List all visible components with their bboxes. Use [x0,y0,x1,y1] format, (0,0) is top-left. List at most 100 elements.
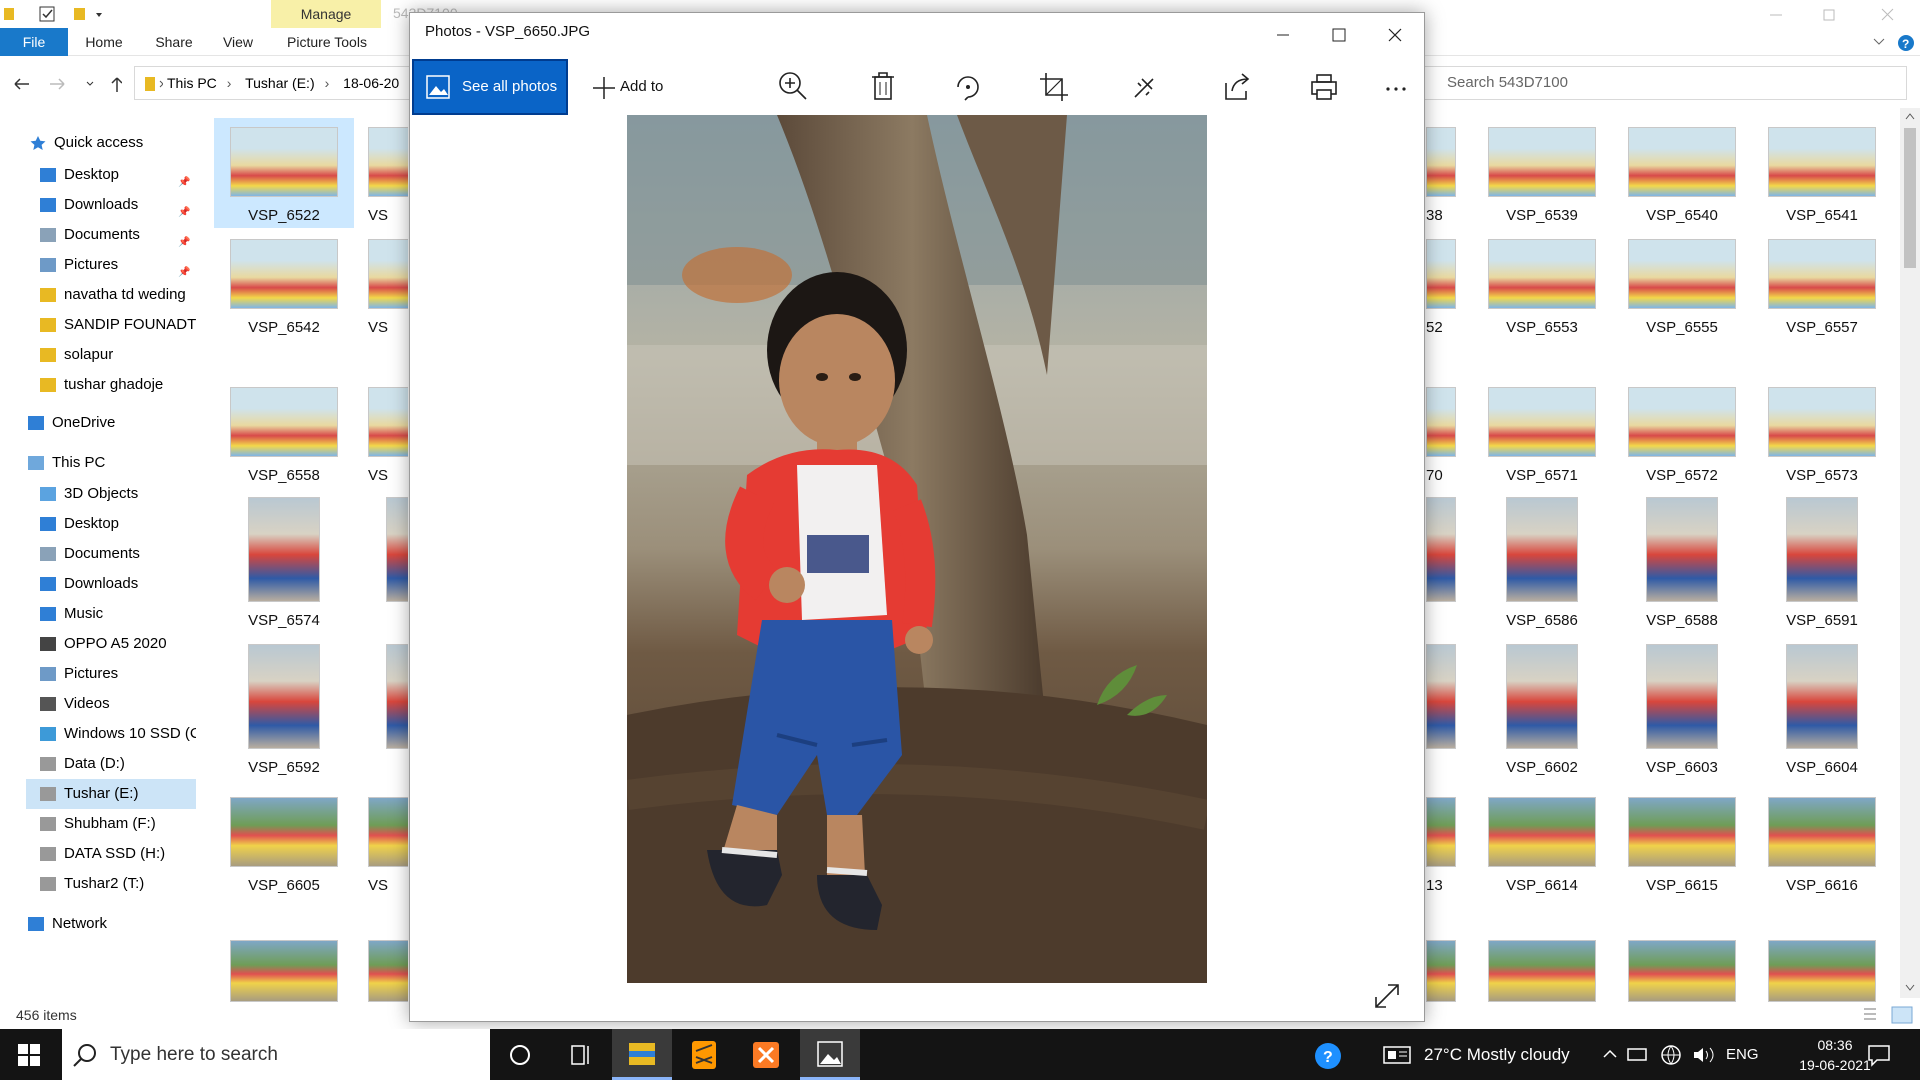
fullscreen-icon[interactable] [1372,981,1402,1011]
maximize-icon[interactable] [1311,13,1367,57]
system-tray-icons[interactable] [1600,1043,1726,1067]
file-thumbnail[interactable]: VSP_6558 [214,378,354,488]
scroll-down-icon[interactable] [1905,984,1915,992]
zoom-icon[interactable] [776,69,812,105]
help-icon[interactable]: ? [1314,1042,1342,1070]
add-to-button[interactable]: Add to [585,57,663,117]
file-thumbnail[interactable]: VSP_6573 [1752,378,1892,488]
weather-text[interactable]: 27°C Mostly cloudy [1424,1029,1570,1080]
file-thumbnail[interactable]: VS [352,788,408,898]
view-toggle-icons[interactable] [1862,1006,1916,1024]
tab-file[interactable]: File [0,28,68,56]
see-all-photos-button[interactable]: See all photos [412,59,568,115]
nav-buttons[interactable] [12,74,122,94]
print-icon[interactable] [1306,69,1342,105]
file-thumbnail[interactable] [1612,936,1752,1002]
file-thumbnail[interactable]: VS [352,230,408,340]
tab-picture-tools[interactable]: Picture Tools [282,28,372,56]
nav-this-pc[interactable]: This PC [14,448,196,478]
task-view-icon[interactable] [550,1029,610,1080]
nav-quick-item[interactable]: Desktop 📌 [26,160,196,190]
nav-quick-item[interactable]: Pictures 📌 [26,250,196,280]
breadcrumb-item[interactable]: This PC [167,75,217,91]
file-thumbnail[interactable]: 70 [1426,378,1456,488]
breadcrumb[interactable]: This PC › Tushar (E:) › 18-06-20 [134,66,434,100]
notifications-icon[interactable] [1866,1043,1892,1067]
nav-pc-item[interactable]: Documents [26,539,196,569]
nav-pc-item[interactable]: Music [26,599,196,629]
photos-taskbar-icon[interactable] [800,1029,860,1080]
close-icon[interactable] [1367,13,1423,57]
file-thumbnail[interactable]: VSP_6591 [1752,493,1892,629]
nav-network[interactable]: Network [14,909,196,939]
file-thumbnail[interactable]: 52 [1426,230,1456,340]
nav-quick-item[interactable]: SANDIP FOUNADTI [26,310,196,340]
nav-pc-item[interactable]: Desktop [26,509,196,539]
nav-pc-item[interactable]: Windows 10 SSD (C [26,719,196,749]
file-thumbnail[interactable] [1426,936,1456,1002]
scrollbar-thumb[interactable] [1904,128,1916,268]
sublime-text-icon[interactable] [674,1029,734,1080]
file-thumbnail[interactable]: VSP_6605 [214,788,354,898]
taskbar-search-input[interactable]: Type here to search [62,1029,490,1080]
share-icon[interactable] [1220,69,1256,105]
nav-quick-item[interactable]: navatha td weding [26,280,196,310]
nav-quick-item[interactable]: solapur [26,340,196,370]
breadcrumb-item[interactable]: 18-06-20 [343,75,399,91]
file-thumbnail[interactable]: VSP_6541 [1752,118,1892,228]
file-thumbnail[interactable] [214,936,354,1002]
file-explorer-taskbar-icon[interactable] [612,1029,672,1080]
language-indicator[interactable]: ENG [1726,1029,1759,1080]
tab-home[interactable]: Home [80,28,128,56]
nav-quick-item[interactable]: tushar ghadoje [26,370,196,400]
file-thumbnail[interactable]: VSP_6542 [214,230,354,340]
file-thumbnail[interactable] [352,936,408,1002]
scroll-up-icon[interactable] [1905,112,1915,120]
nav-pc-item[interactable]: Data (D:) [26,749,196,779]
file-thumbnail[interactable] [1752,936,1892,1002]
nav-pc-item[interactable]: Shubham (F:) [26,809,196,839]
nav-pc-item[interactable]: 3D Objects [26,479,196,509]
minimize-icon[interactable] [1255,13,1311,57]
file-thumbnail[interactable]: 13 [1426,788,1456,898]
nav-pc-item[interactable]: Tushar (E:) [26,779,196,809]
file-thumbnail[interactable]: VSP_6553 [1472,230,1612,340]
file-thumbnail[interactable]: VS [352,378,408,488]
file-thumbnail[interactable]: VSP_6539 [1472,118,1612,228]
file-thumbnail[interactable]: VSP_6522 [214,118,354,228]
file-thumbnail[interactable]: VSP_6603 [1612,640,1752,776]
cortana-icon[interactable] [490,1029,550,1080]
file-thumbnail[interactable]: VSP_6592 [214,640,354,776]
tab-share[interactable]: Share [150,28,198,56]
vertical-scrollbar[interactable] [1900,108,1920,998]
nav-pc-item[interactable]: DATA SSD (H:) [26,839,196,869]
breadcrumb-item[interactable]: Tushar (E:) [245,75,315,91]
file-thumbnail[interactable]: 38 [1426,118,1456,228]
tab-view[interactable]: View [214,28,262,56]
nav-onedrive[interactable]: OneDrive [14,408,196,438]
quick-access-toolbar-icons[interactable] [4,6,104,24]
nav-quick-item[interactable]: Documents 📌 [26,220,196,250]
search-input[interactable]: Search 543D7100 [1413,66,1907,100]
file-thumbnail[interactable]: VSP_6602 [1472,640,1612,776]
windows-start-icon[interactable] [18,1044,42,1066]
file-thumbnail[interactable]: VS [352,118,408,228]
file-thumbnail[interactable] [1472,936,1612,1002]
file-thumbnail[interactable]: VSP_6615 [1612,788,1752,898]
file-thumbnail[interactable]: VSP_6557 [1752,230,1892,340]
nav-pc-item[interactable]: Pictures [26,659,196,689]
file-thumbnail[interactable]: VS [352,493,408,603]
file-thumbnail[interactable]: VSP_6572 [1612,378,1752,488]
more-icon[interactable] [1378,69,1414,105]
edit-create-icon[interactable] [1130,69,1166,105]
file-thumbnail[interactable]: VSP_6586 [1472,493,1612,629]
file-thumbnail[interactable]: VSP_6588 [1612,493,1752,629]
rotate-icon[interactable] [950,69,986,105]
explorer-window-controls[interactable] [1760,4,1920,26]
file-thumbnail[interactable]: VSP_6574 [214,493,354,629]
file-thumbnail[interactable]: VSP_6604 [1752,640,1892,776]
crop-icon[interactable] [1036,69,1072,105]
file-thumbnail[interactable]: 35 [1426,493,1456,603]
file-thumbnail[interactable]: VSP_6614 [1472,788,1612,898]
nav-quick-access[interactable]: Quick access [30,128,196,158]
